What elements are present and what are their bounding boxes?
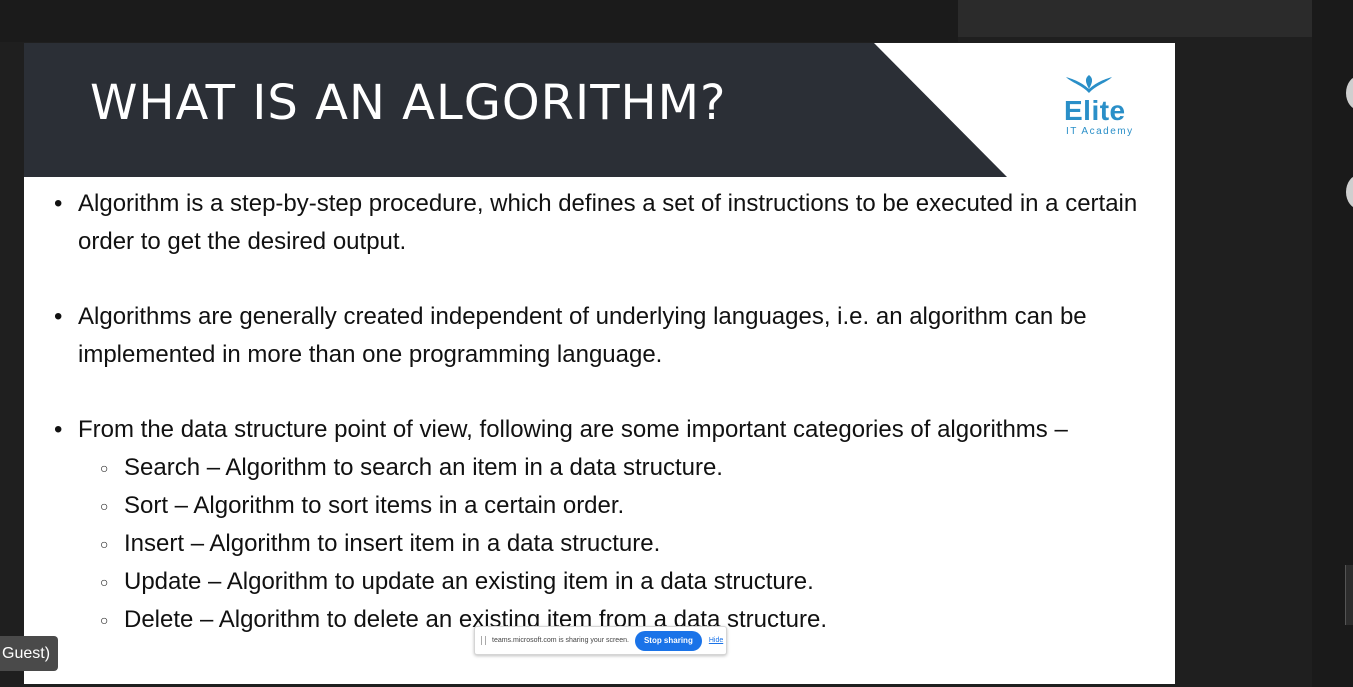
meeting-top-bar — [0, 0, 958, 42]
logo-subtitle: IT Academy — [1066, 126, 1134, 137]
logo-wordmark: Elite — [1064, 95, 1126, 126]
side-panel-handle[interactable] — [1345, 565, 1353, 625]
participant-name-tag: Guest) — [0, 636, 59, 671]
title-band: WHAT IS AN ALGORITHM? Elite IT Academy — [24, 43, 1175, 177]
screen-share-bar: teams.microsoft.com is sharing your scre… — [474, 626, 727, 655]
bullet-text: Algorithms are generally created indepen… — [78, 303, 1087, 368]
stop-sharing-button[interactable]: Stop sharing — [634, 630, 702, 651]
participant-avatar[interactable] — [1346, 76, 1353, 110]
category-sort: Sort – Algorithm to sort items in a cert… — [100, 487, 1154, 525]
participant-avatar[interactable] — [1346, 175, 1353, 209]
drag-handle-icon[interactable] — [481, 636, 486, 645]
slide-title: WHAT IS AN ALGORITHM? — [90, 75, 727, 131]
bullet-language-independence: Algorithms are generally created indepen… — [54, 298, 1154, 374]
elite-logo: Elite IT Academy — [1064, 73, 1136, 139]
category-search: Search – Algorithm to search an item in … — [100, 449, 1154, 487]
bullet-text: From the data structure point of view, f… — [78, 416, 1068, 443]
bullet-categories: From the data structure point of view, f… — [54, 411, 1154, 639]
slide-bullet-list: Algorithm is a step-by-step procedure, w… — [54, 185, 1154, 639]
top-right-panel — [958, 0, 1312, 37]
bullet-text: Algorithm is a step-by-step procedure, w… — [78, 190, 1138, 255]
hide-link[interactable]: Hide — [709, 637, 723, 644]
shared-slide: WHAT IS AN ALGORITHM? Elite IT Academy A… — [24, 43, 1175, 684]
bullet-definition: Algorithm is a step-by-step procedure, w… — [54, 185, 1154, 261]
category-update: Update – Algorithm to update an existing… — [100, 563, 1154, 601]
category-insert: Insert – Algorithm to insert item in a d… — [100, 525, 1154, 563]
wings-icon — [1066, 75, 1112, 93]
category-list: Search – Algorithm to search an item in … — [78, 449, 1154, 639]
share-message: teams.microsoft.com is sharing your scre… — [492, 637, 629, 644]
